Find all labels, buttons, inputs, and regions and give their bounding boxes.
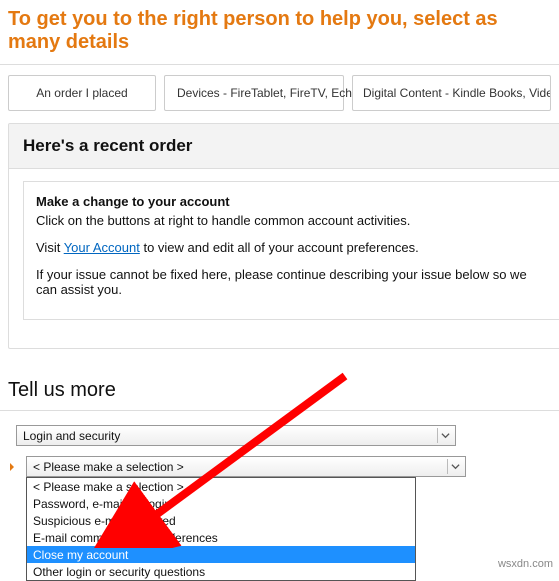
option-close-account[interactable]: Close my account [27, 546, 415, 563]
tab-devices[interactable]: Devices - FireTablet, FireTV, Echo etc. [164, 75, 344, 111]
box-line-1: Click on the buttons at right to handle … [36, 213, 547, 228]
divider-2 [0, 410, 559, 411]
text-post: to view and edit all of your account pre… [140, 240, 419, 255]
text-pre: Visit [36, 240, 64, 255]
account-change-box: Make a change to your account Click on t… [23, 181, 559, 320]
chevron-down-icon [447, 459, 463, 474]
category-tabs: An order I placed Devices - FireTablet, … [0, 75, 559, 123]
tab-order[interactable]: An order I placed [8, 75, 156, 111]
panel-body: Make a change to your account Click on t… [9, 169, 559, 348]
topic-select[interactable]: Login and security [16, 425, 456, 446]
watermark: wsxdn.com [498, 558, 553, 570]
box-line-3: If your issue cannot be fixed here, plea… [36, 267, 547, 297]
recent-order-panel: Here's a recent order Make a change to y… [8, 123, 559, 349]
box-line-2: Visit Your Account to view and edit all … [36, 240, 547, 255]
option-placeholder[interactable]: < Please make a selection > [27, 478, 415, 495]
subtopic-dropdown[interactable]: < Please make a selection > Password, e-… [26, 477, 416, 581]
tab-digital[interactable]: Digital Content - Kindle Books, Videos, … [352, 75, 551, 111]
caret-right-icon [8, 456, 16, 477]
subtopic-select[interactable]: < Please make a selection > [26, 456, 466, 477]
chevron-down-icon [437, 428, 453, 443]
option-suspicious-email[interactable]: Suspicious e-mail received [27, 512, 415, 529]
selects-area: Login and security < Please make a selec… [0, 425, 559, 477]
your-account-link[interactable]: Your Account [64, 240, 140, 255]
box-title: Make a change to your account [36, 194, 547, 209]
tell-us-more-title: Tell us more [0, 373, 559, 410]
subtopic-select-value: < Please make a selection > [33, 460, 184, 474]
option-other[interactable]: Other login or security questions [27, 563, 415, 580]
option-email-prefs[interactable]: E-mail communication preferences [27, 529, 415, 546]
topic-select-value: Login and security [23, 429, 120, 443]
divider [0, 64, 559, 65]
panel-title: Here's a recent order [9, 124, 559, 169]
page-heading: To get you to the right person to help y… [0, 0, 559, 58]
option-password[interactable]: Password, e-mail, or login [27, 495, 415, 512]
